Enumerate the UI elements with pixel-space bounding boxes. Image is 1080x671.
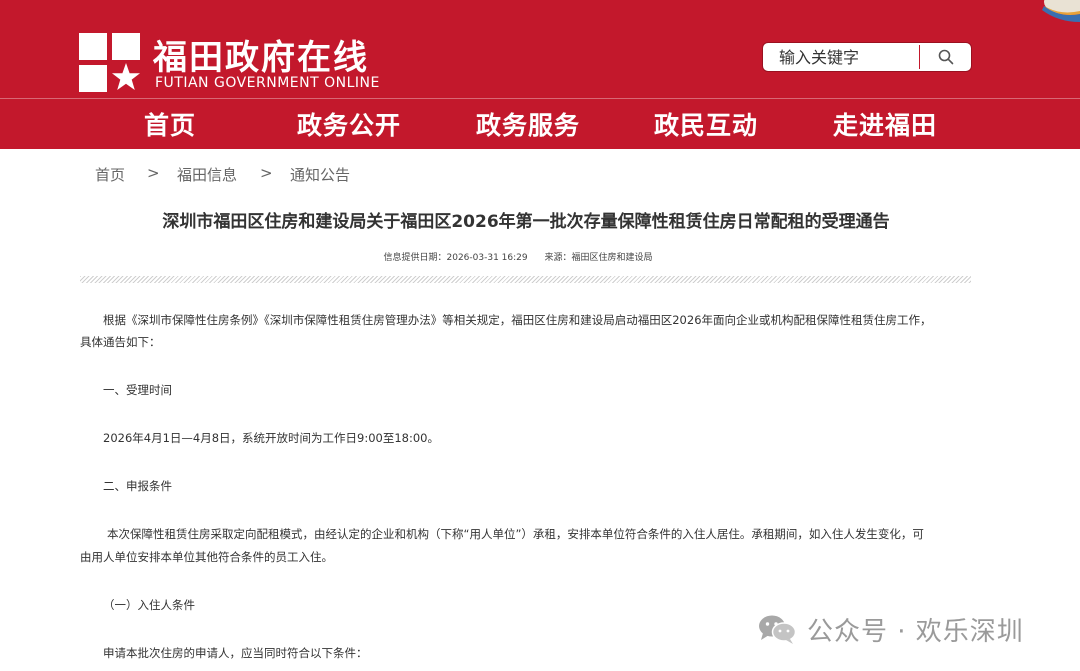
article-paragraph: 由用人单位安排本单位其他符合条件的员工入住。 <box>80 550 333 564</box>
site-header: 福田政府在线 FUTIAN GOVERNMENT ONLINE 首页 政务公开 … <box>0 0 1080 152</box>
section-heading: 一、受理时间 <box>103 383 172 397</box>
article-paragraph: 2026年4月1日—4月8日，系统开放时间为工作日9:00至18:00。 <box>103 431 439 445</box>
nav-item-home[interactable]: 首页 <box>139 106 201 152</box>
search-input[interactable] <box>763 43 913 71</box>
wechat-watermark: 公众号 · 欢乐深圳 <box>757 611 1024 647</box>
decorative-corner-icon <box>1042 0 1080 22</box>
search-icon <box>938 49 953 65</box>
site-title[interactable]: 福田政府在线 <box>153 30 369 79</box>
article-meta: 信息提供日期：2026-03-31 16:29 来源：福田区住房和建设局 <box>0 250 1036 263</box>
breadcrumb-home[interactable]: 首页 <box>95 164 125 185</box>
breadcrumb-separator: > <box>147 164 160 182</box>
breadcrumb-separator: > <box>260 164 273 182</box>
article-paragraph: 本次保障性租赁住房采取定向配租模式，由经认定的企业和机构（下称“用人单位”）承租… <box>107 527 924 541</box>
flag-star-logo-icon[interactable] <box>79 33 140 92</box>
article-paragraph: 具体通告如下： <box>80 335 161 349</box>
article-paragraph: 申请本批次住房的申请人，应当同时符合以下条件： <box>103 646 368 660</box>
article-source: 来源：福田区住房和建设局 <box>544 253 653 263</box>
search-button[interactable] <box>920 43 971 71</box>
nav-item-about-futian[interactable]: 走进福田 <box>833 106 937 142</box>
article-title: 深圳市福田区住房和建设局关于福田区2026年第一批次存量保障性租赁住房日常配租的… <box>162 212 890 232</box>
breadcrumb-notices[interactable]: 通知公告 <box>290 164 350 185</box>
wechat-icon <box>759 615 797 644</box>
title-divider <box>80 276 971 283</box>
subsection-heading: （一）入住人条件 <box>103 598 195 612</box>
section-heading: 二、申报条件 <box>103 479 172 493</box>
site-subtitle: FUTIAN GOVERNMENT ONLINE <box>155 75 380 91</box>
search-box <box>762 42 972 72</box>
nav-item-public-interaction[interactable]: 政民互动 <box>654 106 758 142</box>
watermark-text: 公众号 · 欢乐深圳 <box>807 616 1024 647</box>
main-nav: 首页 政务公开 政务服务 政民互动 走进福田 <box>0 99 1080 152</box>
breadcrumb-futian-info[interactable]: 福田信息 <box>177 164 237 185</box>
article-publish-date: 信息提供日期：2026-03-31 16:29 <box>383 253 528 263</box>
nav-item-government-services[interactable]: 政务服务 <box>476 106 580 142</box>
article-paragraph: 根据《深圳市保障性住房条例》《深圳市保障性租赁住房管理办法》等相关规定，福田区住… <box>103 313 932 327</box>
nav-item-government-affairs-disclosure[interactable]: 政务公开 <box>297 106 401 142</box>
